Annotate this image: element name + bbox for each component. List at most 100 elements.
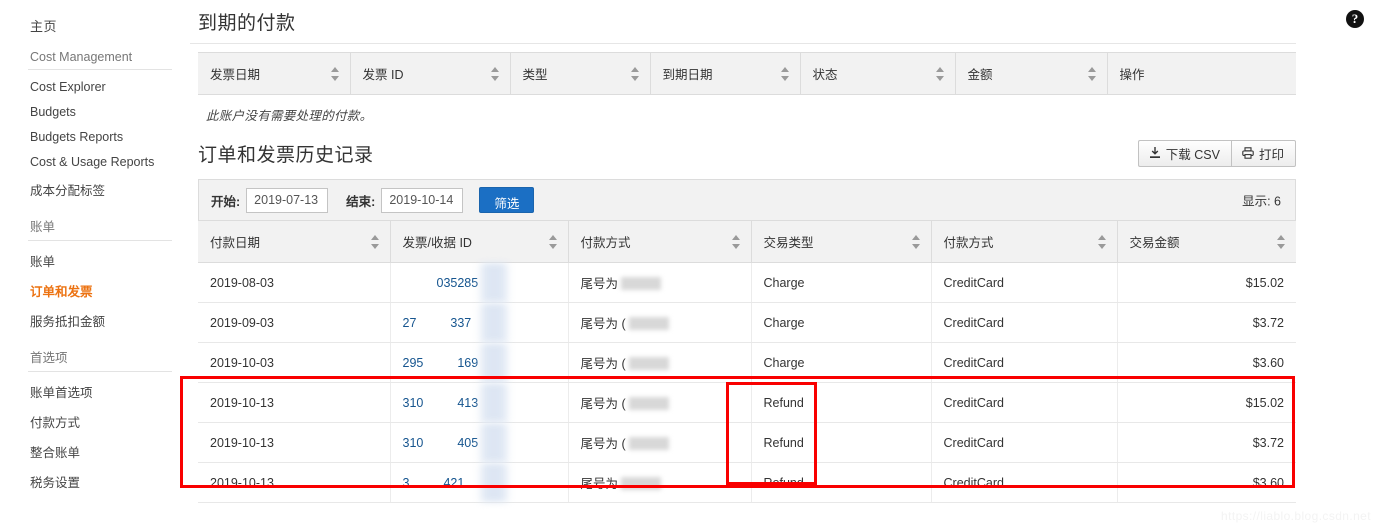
redaction-blur-icon bbox=[628, 397, 669, 410]
history-filter-bar: 开始: 结束: 筛选 显示: 6 bbox=[198, 179, 1296, 220]
payment-method-label: 尾号为 bbox=[580, 277, 619, 291]
due-payments-header-row: 发票日期 发票 ID 类型 到期日期 状态 金额 操作 bbox=[198, 52, 1296, 95]
redaction-blur-icon bbox=[628, 317, 669, 330]
col-payment-date[interactable]: 付款日期 bbox=[198, 220, 391, 263]
sort-icon[interactable] bbox=[1087, 66, 1097, 81]
cell-payment-date: 2019-10-13 bbox=[198, 382, 391, 423]
col-payment-method[interactable]: 付款方式 bbox=[568, 220, 752, 263]
col-status-label: 状态 bbox=[812, 68, 838, 82]
col-transaction-amount-label: 交易金额 bbox=[1129, 236, 1180, 250]
sort-icon[interactable] bbox=[330, 66, 340, 81]
sidebar-item-consolidated-billing[interactable]: 整合账单 bbox=[0, 436, 190, 466]
sidebar-item-billing-preferences[interactable]: 账单首选项 bbox=[0, 376, 190, 406]
cell-method: CreditCard bbox=[931, 422, 1118, 463]
print-button[interactable]: 打印 bbox=[1230, 140, 1296, 167]
cell-invoice-receipt-id[interactable]: 035285 bbox=[390, 262, 569, 303]
cell-invoice-receipt-id[interactable]: 310 413 bbox=[390, 382, 569, 423]
sidebar-item-cost-allocation-tags[interactable]: 成本分配标签 bbox=[0, 174, 190, 204]
start-date-input[interactable] bbox=[246, 187, 329, 213]
sidebar-item-budgets-reports[interactable]: Budgets Reports bbox=[0, 124, 190, 149]
cell-invoice-receipt-id[interactable]: 295 169 bbox=[390, 342, 569, 383]
cell-payment-method: 尾号为 ( bbox=[568, 342, 752, 383]
col-invoice-receipt-id-label: 发票/收据 ID bbox=[402, 236, 472, 250]
redaction-blur-icon bbox=[476, 343, 511, 382]
redaction-blur-icon bbox=[628, 437, 669, 450]
due-payments-table: 发票日期 发票 ID 类型 到期日期 状态 金额 操作 bbox=[198, 52, 1296, 95]
invoice-id-prefix: 310 bbox=[402, 435, 424, 450]
cell-invoice-receipt-id[interactable]: 27 337 bbox=[390, 302, 569, 343]
sort-icon[interactable] bbox=[370, 234, 380, 249]
table-row: 2019-09-03 27 337 尾号为 (Charge CreditCard $3.7… bbox=[198, 302, 1296, 343]
end-date-label: 结束: bbox=[346, 194, 376, 209]
sidebar-item-service-credits[interactable]: 服务抵扣金额 bbox=[0, 305, 190, 335]
payment-method-label: 尾号为 bbox=[580, 477, 619, 491]
col-invoice-receipt-id[interactable]: 发票/收据 ID bbox=[390, 220, 569, 263]
sidebar-group-billing: 账单 bbox=[28, 213, 172, 241]
cell-transaction-amount: $3.72 bbox=[1117, 302, 1296, 343]
col-transaction-amount[interactable]: 交易金额 bbox=[1117, 220, 1296, 263]
due-payments-empty-message: 此账户没有需要处理的付款。 bbox=[206, 109, 373, 123]
cell-invoice-receipt-id[interactable]: 310 405 bbox=[390, 422, 569, 463]
invoice-id-prefix: 3 bbox=[402, 475, 410, 490]
download-csv-button[interactable]: 下载 CSV bbox=[1137, 140, 1231, 167]
col-due-date[interactable]: 到期日期 bbox=[650, 52, 801, 95]
sort-icon[interactable] bbox=[911, 234, 921, 249]
col-transaction-type[interactable]: 交易类型 bbox=[751, 220, 932, 263]
invoice-id-suffix: 405 bbox=[457, 435, 479, 450]
invoice-id-suffix: 421 bbox=[443, 475, 465, 490]
watermark: https://liablo.blog.csdn.net bbox=[1221, 509, 1371, 523]
filter-button[interactable]: 筛选 bbox=[479, 187, 535, 213]
sidebar-item-budgets[interactable]: Budgets bbox=[0, 99, 190, 124]
sidebar: 主页 Cost Management Cost Explorer Budgets… bbox=[0, 0, 190, 529]
table-row: 2019-10-13 3 421 尾号为 Refund CreditCard $3.60 bbox=[198, 462, 1296, 503]
table-row: 2019-08-03 035285 尾号为 Charge CreditCard $15.0… bbox=[198, 262, 1296, 303]
sort-icon[interactable] bbox=[548, 234, 558, 249]
col-payment-date-label: 付款日期 bbox=[210, 236, 261, 250]
cell-invoice-receipt-id[interactable]: 3 421 bbox=[390, 462, 569, 503]
col-type-label: 类型 bbox=[522, 68, 548, 82]
sort-icon[interactable] bbox=[731, 234, 741, 249]
redaction-blur-icon bbox=[476, 383, 511, 422]
invoice-id-suffix: 337 bbox=[450, 315, 472, 330]
cell-transaction-amount: $3.60 bbox=[1117, 462, 1296, 503]
sort-icon[interactable] bbox=[1277, 234, 1286, 249]
sidebar-item-cost-usage-reports[interactable]: Cost & Usage Reports bbox=[0, 149, 190, 174]
cell-transaction-type: Refund bbox=[751, 422, 932, 463]
due-payments-header: 到期的付款 ? bbox=[190, 0, 1364, 44]
col-invoice-id[interactable]: 发票 ID bbox=[350, 52, 511, 95]
redaction-blur-icon bbox=[476, 463, 511, 502]
sidebar-item-payment-methods[interactable]: 付款方式 bbox=[0, 406, 190, 436]
sidebar-group-cost-management: Cost Management bbox=[28, 47, 172, 70]
col-method-label: 付款方式 bbox=[943, 236, 994, 250]
cell-transaction-type: Refund bbox=[751, 462, 932, 503]
cell-method: CreditCard bbox=[931, 302, 1118, 343]
cell-transaction-type: Charge bbox=[751, 262, 932, 303]
sidebar-item-bills[interactable]: 账单 bbox=[0, 245, 190, 275]
sort-icon[interactable] bbox=[1097, 234, 1107, 249]
col-amount[interactable]: 金额 bbox=[955, 52, 1108, 95]
sidebar-item-home[interactable]: 主页 bbox=[0, 12, 190, 45]
sort-icon[interactable] bbox=[780, 66, 790, 81]
redaction-blur-icon bbox=[621, 477, 662, 490]
invoice-id-prefix: 310 bbox=[402, 395, 424, 410]
col-invoice-date[interactable]: 发票日期 bbox=[198, 52, 351, 95]
cell-method: CreditCard bbox=[931, 342, 1118, 383]
sort-icon[interactable] bbox=[490, 66, 500, 81]
col-type[interactable]: 类型 bbox=[510, 52, 651, 95]
sidebar-item-cost-explorer[interactable]: Cost Explorer bbox=[0, 74, 190, 99]
sidebar-item-orders-invoices[interactable]: 订单和发票 bbox=[0, 275, 190, 305]
col-invoice-id-label: 发票 ID bbox=[362, 68, 404, 82]
end-date-input[interactable] bbox=[381, 187, 464, 213]
cell-transaction-amount: $15.02 bbox=[1117, 382, 1296, 423]
help-circle-icon[interactable]: ? bbox=[1346, 10, 1364, 28]
download-icon bbox=[1149, 147, 1161, 159]
invoice-id-prefix: 295 bbox=[402, 355, 424, 370]
sidebar-item-tax-settings[interactable]: 税务设置 bbox=[0, 466, 190, 496]
cell-payment-date: 2019-10-13 bbox=[198, 422, 391, 463]
sort-icon[interactable] bbox=[935, 66, 945, 81]
col-method[interactable]: 付款方式 bbox=[931, 220, 1118, 263]
sort-icon[interactable] bbox=[630, 66, 640, 81]
cell-transaction-amount: $3.60 bbox=[1117, 342, 1296, 383]
col-status[interactable]: 状态 bbox=[800, 52, 956, 95]
